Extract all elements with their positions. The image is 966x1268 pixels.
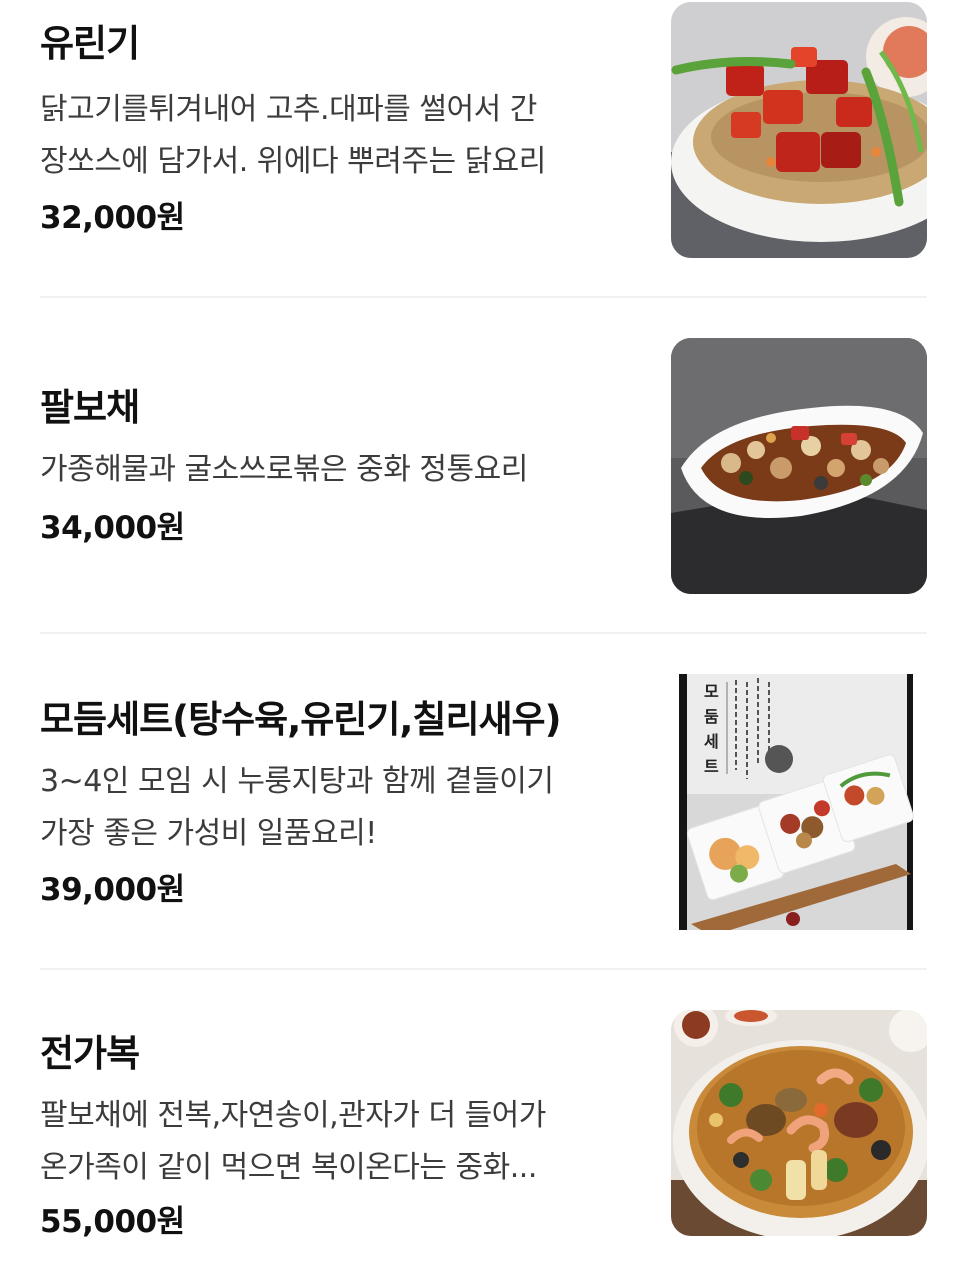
menu-item-price: 32,000원 [40,200,185,236]
description-line: 장쏘스에 담가서. 위에다 뿌려주는 닭요리 [40,144,546,179]
menu-item-description: 닭고기를튀겨내어 고추.대파를 썰어서 간 장쏘스에 담가서. 위에다 뿌려주는… [40,84,640,188]
menu-item-price: 39,000원 [40,872,185,908]
menu-item-jeongabok[interactable]: 전가복 팔보채에 전복,자연송이,관자가 더 들어가 온가족이 같이 먹으면 복… [0,970,966,1268]
menu-item-name: 모듬세트(탕수육,유린기,칠리새우) [40,698,562,741]
set-title-4: 트 [704,757,719,776]
set-title-1: 모 [704,682,719,701]
description-line: 팔보채에 전복,자연송이,관자가 더 들어가 [40,1098,546,1133]
modeum-set-photo[interactable]: 모 둠 세 트 [671,674,927,930]
menu-item-text: 팔보채 가종해물과 굴소쓰로볶은 중화 정통요리 34,000원 [40,386,640,550]
description-line: 가장 좋은 가성비 일품요리! [40,816,377,851]
menu-item-name: 팔보채 [40,386,140,429]
yuringi-photo[interactable] [671,2,927,258]
description-line: 가종해물과 굴소쓰로볶은 중화 정통요리 [40,452,528,487]
menu-list: 유린기 닭고기를튀겨내어 고추.대파를 썰어서 간 장쏘스에 담가서. 위에다 … [0,0,966,1268]
menu-item-description: 팔보채에 전복,자연송이,관자가 더 들어가 온가족이 같이 먹으면 복이온다는… [40,1090,640,1194]
menu-item-text: 전가복 팔보채에 전복,자연송이,관자가 더 들어가 온가족이 같이 먹으면 복… [40,1032,640,1244]
set-title-2: 둠 [704,707,719,726]
description-line: 온가족이 같이 먹으면 복이온다는 중화... [40,1150,537,1185]
menu-item-modeum-set[interactable]: 모듬세트(탕수육,유린기,칠리새우) 3~4인 모임 시 누룽지탕과 함께 곁들… [0,634,966,970]
menu-item-name: 전가복 [40,1032,140,1075]
menu-item-text: 모듬세트(탕수육,유린기,칠리새우) 3~4인 모임 시 누룽지탕과 함께 곁들… [40,698,640,912]
palbochae-photo[interactable] [671,338,927,594]
menu-item-palbochae[interactable]: 팔보채 가종해물과 굴소쓰로볶은 중화 정통요리 34,000원 [0,298,966,634]
menu-item-description: 가종해물과 굴소쓰로볶은 중화 정통요리 [40,444,640,496]
description-line: 3~4인 모임 시 누룽지탕과 함께 곁들이기 [40,764,554,799]
menu-item-price: 34,000원 [40,510,185,546]
menu-item-name: 유린기 [40,22,140,65]
description-line: 닭고기를튀겨내어 고추.대파를 썰어서 간 [40,92,537,127]
menu-item-text: 유린기 닭고기를튀겨내어 고추.대파를 썰어서 간 장쏘스에 담가서. 위에다 … [40,22,640,240]
menu-item-yuringi[interactable]: 유린기 닭고기를튀겨내어 고추.대파를 썰어서 간 장쏘스에 담가서. 위에다 … [0,0,966,298]
menu-item-price: 55,000원 [40,1204,185,1240]
menu-item-description: 3~4인 모임 시 누룽지탕과 함께 곁들이기 가장 좋은 가성비 일품요리! [40,756,640,860]
jeongabok-photo[interactable] [671,1010,927,1236]
set-title-3: 세 [704,732,719,751]
